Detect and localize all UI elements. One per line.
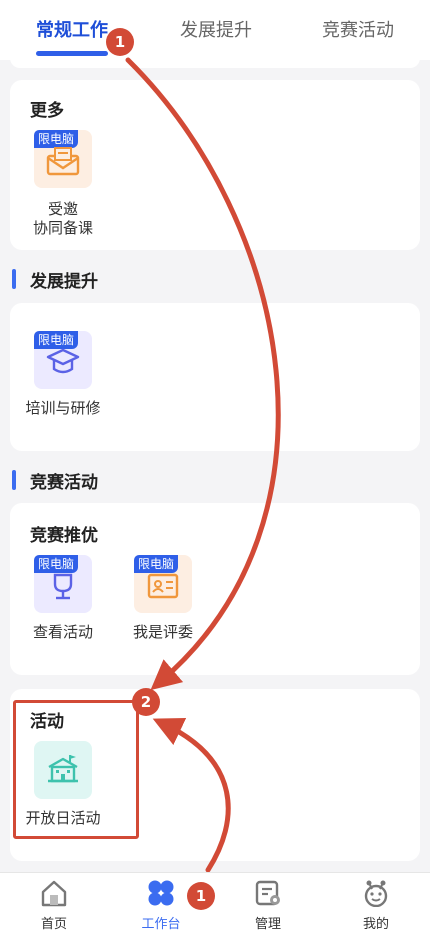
card-edge: [10, 58, 420, 68]
section-header-competition: 竞赛活动: [12, 469, 98, 493]
section-title-development: 发展提升: [30, 271, 98, 292]
more-card: 更多 限电脑 受邀 协同备课: [10, 80, 420, 250]
tab-development[interactable]: 发展提升: [180, 16, 252, 42]
app-view-activities[interactable]: 限电脑: [34, 555, 92, 613]
app-label-view-activities: 查看活动: [32, 623, 93, 641]
trophy-icon: [53, 573, 73, 600]
active-tab-indicator: [36, 51, 108, 56]
step-marker-1-top: 1: [106, 28, 134, 56]
tab-routine-work[interactable]: 常规工作: [36, 16, 108, 42]
annotation-highlight-box: [13, 700, 139, 839]
app-i-am-judge[interactable]: 限电脑: [134, 555, 192, 613]
section-header-development: 发展提升: [12, 268, 98, 292]
card-title-competition-selection: 竞赛推优: [30, 526, 98, 546]
section-title-competition: 竞赛活动: [30, 472, 98, 493]
bottom-nav: 首页 工作台 管理 我的: [0, 872, 430, 933]
workbench-icon: [148, 880, 174, 906]
tab-competition[interactable]: 竞赛活动: [322, 16, 394, 42]
profile-icon: [364, 880, 388, 908]
app-invited-co-prep[interactable]: 限电脑: [34, 130, 92, 188]
competition-card: 竞赛推优 限电脑 查看活动 限电脑 我是评委: [10, 503, 420, 675]
graduation-cap-icon: [46, 348, 80, 374]
envelope-icon: [46, 147, 80, 176]
app-label-invited: 受邀 协同备课: [32, 200, 93, 237]
card-title-more: 更多: [30, 101, 64, 121]
app-label-training: 培训与研修: [25, 399, 101, 417]
development-card: 限电脑 培训与研修: [10, 303, 420, 451]
id-card-icon: [147, 573, 179, 599]
nav-manage[interactable]: 管理: [228, 879, 308, 932]
home-icon: [41, 880, 67, 907]
step-marker-1-bottom: 1: [187, 882, 215, 910]
top-tab-bar: 常规工作 发展提升 竞赛活动: [0, 0, 430, 60]
manage-icon: [255, 880, 280, 906]
app-label-i-am-judge: 我是评委: [132, 623, 193, 641]
app-training[interactable]: 限电脑: [34, 331, 92, 389]
nav-mine[interactable]: 我的: [336, 879, 416, 932]
nav-home[interactable]: 首页: [14, 879, 94, 932]
step-marker-2: 2: [132, 688, 160, 716]
